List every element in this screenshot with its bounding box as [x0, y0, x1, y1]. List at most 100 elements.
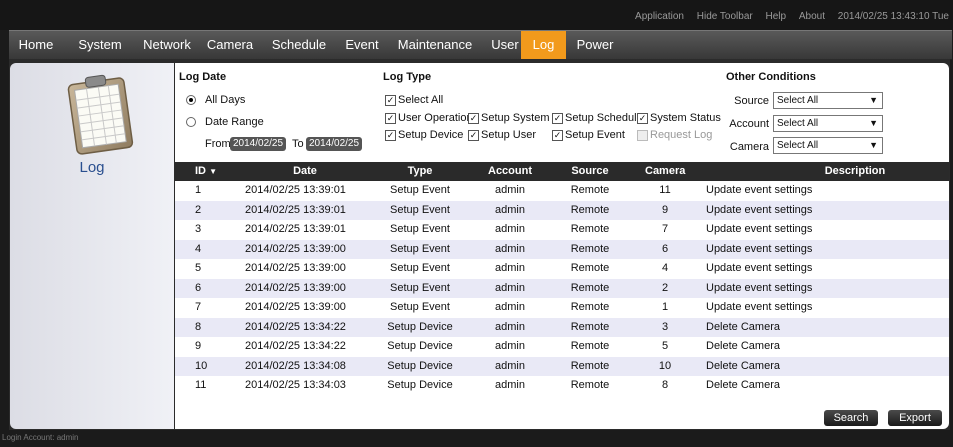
table-row[interactable]: 7 2014/02/25 13:39:00 Setup Event admin Remo… — [175, 298, 949, 318]
source-select[interactable]: Select All ▼ — [773, 92, 883, 109]
setup-user-checkbox[interactable]: ✓ — [468, 130, 479, 141]
cell-date: 2014/02/25 13:39:01 — [245, 223, 346, 235]
table-row[interactable]: 9 2014/02/25 13:34:22 Setup Device admin Rem… — [175, 337, 949, 357]
export-button[interactable]: Export — [888, 410, 942, 426]
log-type-heading: Log Type — [383, 71, 432, 83]
chevron-down-icon: ▼ — [869, 140, 878, 150]
cell-source: Remote — [570, 301, 610, 313]
cell-description: Update event settings — [706, 203, 813, 216]
to-date-field[interactable]: 2014/02/25 — [306, 137, 363, 151]
date-range-radio[interactable] — [186, 117, 196, 127]
from-label: From — [205, 138, 231, 150]
cell-camera: 6 — [661, 242, 669, 255]
menu-log[interactable]: Log — [521, 31, 566, 59]
cell-description: Update event settings — [706, 301, 813, 313]
cell-description: Update event settings — [706, 262, 813, 274]
col-source[interactable]: Source — [560, 162, 620, 181]
col-date[interactable]: Date — [245, 162, 365, 181]
table-row[interactable]: 10 2014/02/25 13:34:08 Setup Device admin Re… — [175, 356, 949, 376]
cell-id: 11 — [195, 379, 207, 391]
cell-date: 2014/02/25 13:39:01 — [245, 203, 346, 216]
select-all-label: Select All — [398, 94, 444, 106]
col-type[interactable]: Type — [375, 162, 465, 181]
camera-select-value: Select All — [777, 140, 819, 151]
cell-date: 2014/02/25 13:34:03 — [245, 379, 346, 391]
from-date-field[interactable]: 2014/02/25 — [230, 137, 287, 151]
to-label: To — [292, 138, 304, 150]
setup-event-checkbox[interactable]: ✓ — [552, 130, 563, 141]
cell-id: 1 — [195, 184, 202, 196]
log-table: ID ▼ Date Type Account Source Camera Des… — [175, 162, 949, 396]
menu-power[interactable]: Power — [569, 31, 621, 59]
cell-camera: 5 — [661, 340, 669, 352]
account-select[interactable]: Select All ▼ — [773, 115, 883, 132]
chevron-down-icon: ▼ — [869, 95, 878, 105]
cell-type: Setup Event — [390, 203, 450, 216]
request-log-checkbox[interactable] — [637, 130, 648, 141]
table-row[interactable]: 2 2014/02/25 13:39:01 Setup Event admin Remo… — [175, 200, 949, 220]
cell-account: admin — [495, 242, 525, 255]
menu-home[interactable]: Home — [9, 31, 63, 59]
col-description[interactable]: Description — [775, 162, 935, 181]
setup-schedule-checkbox[interactable]: ✓ — [552, 113, 563, 124]
table-body: 1 2014/02/25 13:39:01 Setup Event admin Remo… — [175, 181, 949, 396]
cell-account: admin — [495, 223, 525, 235]
all-days-radio[interactable] — [186, 95, 196, 105]
user-operation-checkbox[interactable]: ✓ — [385, 113, 396, 124]
cell-id: 4 — [195, 242, 202, 255]
cell-type: Setup Event — [390, 281, 450, 294]
cell-date: 2014/02/25 13:34:22 — [245, 340, 346, 352]
source-label: Source — [734, 95, 769, 107]
application-link[interactable]: Application — [635, 11, 684, 22]
login-account-text: Login Account: admin — [2, 433, 79, 442]
menu-network[interactable]: Network — [137, 31, 197, 59]
cell-id: 9 — [195, 340, 202, 352]
cell-description: Update event settings — [706, 223, 813, 235]
col-account[interactable]: Account — [485, 162, 535, 181]
hide-toolbar-link[interactable]: Hide Toolbar — [697, 11, 753, 22]
cell-type: Setup Event — [390, 223, 450, 235]
cell-source: Remote — [570, 281, 610, 294]
menu-system[interactable]: System — [66, 31, 134, 59]
account-select-value: Select All — [777, 118, 819, 129]
table-row[interactable]: 3 2014/02/25 13:39:01 Setup Event admin Remo… — [175, 220, 949, 240]
table-row[interactable]: 6 2014/02/25 13:39:00 Setup Event admin Remo… — [175, 278, 949, 298]
cell-camera: 2 — [661, 281, 669, 294]
cell-type: Setup Device — [387, 320, 453, 333]
cell-date: 2014/02/25 13:39:00 — [245, 262, 346, 274]
table-row[interactable]: 5 2014/02/25 13:39:00 Setup Event admin Remo… — [175, 259, 949, 279]
user-operation-label: User Operation — [398, 112, 473, 124]
camera-select[interactable]: Select All ▼ — [773, 137, 883, 154]
select-all-checkbox[interactable]: ✓ — [385, 95, 396, 106]
cell-camera: 9 — [661, 203, 669, 216]
search-button[interactable]: Search — [824, 410, 878, 426]
about-link[interactable]: About — [799, 11, 825, 22]
system-status-checkbox[interactable]: ✓ — [637, 113, 648, 124]
cell-description: Update event settings — [706, 184, 813, 196]
setup-device-label: Setup Device — [398, 129, 464, 141]
table-row[interactable]: 8 2014/02/25 13:34:22 Setup Device admin Rem… — [175, 317, 949, 337]
cell-camera: 8 — [661, 379, 669, 391]
menu-user[interactable]: User — [484, 31, 526, 59]
clipboard-log-icon — [62, 71, 138, 155]
cell-date: 2014/02/25 13:34:22 — [245, 320, 346, 333]
table-row[interactable]: 4 2014/02/25 13:39:00 Setup Event admin Remo… — [175, 239, 949, 259]
table-row[interactable]: 1 2014/02/25 13:39:01 Setup Event admin Remo… — [175, 181, 949, 201]
cell-description: Delete Camera — [706, 379, 780, 391]
setup-system-checkbox[interactable]: ✓ — [468, 113, 479, 124]
menu-maintenance[interactable]: Maintenance — [389, 31, 481, 59]
table-row[interactable]: 11 2014/02/25 13:34:03 Setup Device admin Re… — [175, 376, 949, 396]
setup-device-checkbox[interactable]: ✓ — [385, 130, 396, 141]
col-camera[interactable]: Camera — [645, 162, 685, 181]
help-link[interactable]: Help — [766, 11, 787, 22]
cell-date: 2014/02/25 13:39:01 — [245, 184, 346, 196]
cell-id: 2 — [195, 203, 202, 216]
cell-id: 10 — [195, 359, 208, 372]
menu-event[interactable]: Event — [338, 31, 386, 59]
menu-schedule[interactable]: Schedule — [263, 31, 335, 59]
cell-account: admin — [495, 320, 525, 333]
other-conditions-heading: Other Conditions — [726, 71, 816, 83]
cell-description: Delete Camera — [706, 359, 780, 372]
col-id[interactable]: ID ▼ — [195, 162, 225, 181]
menu-camera[interactable]: Camera — [200, 31, 260, 59]
